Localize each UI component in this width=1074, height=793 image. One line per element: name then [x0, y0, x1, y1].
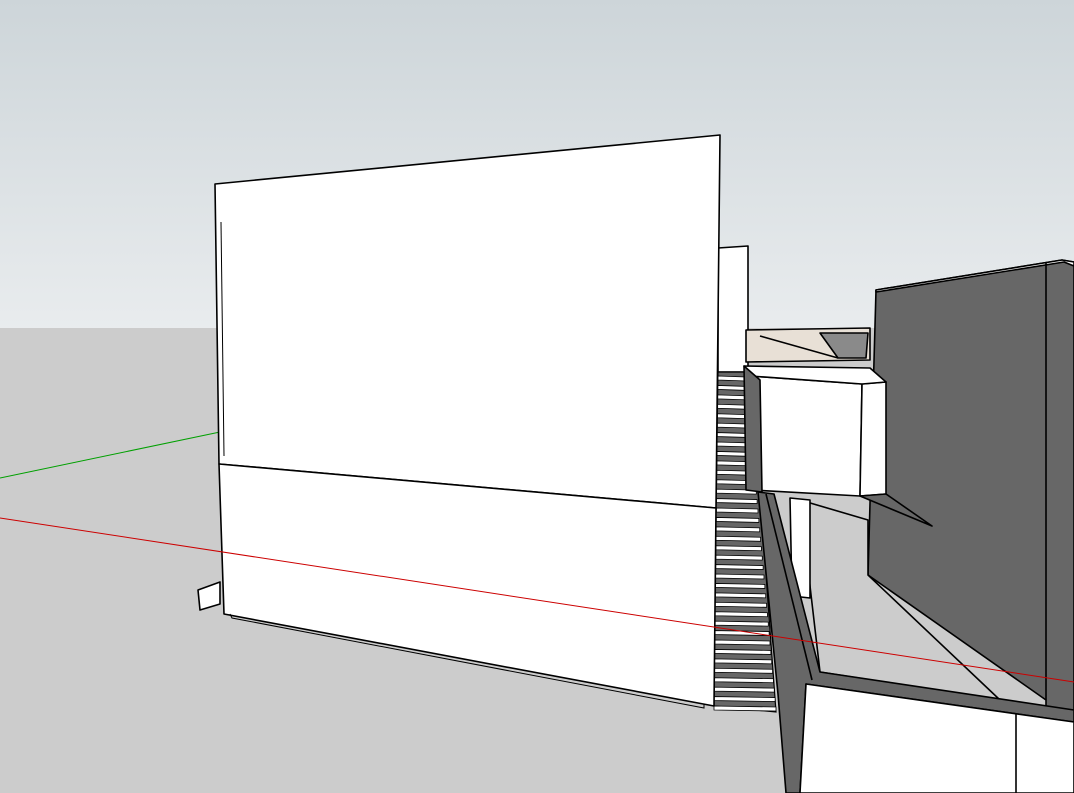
balcony-side [859, 381, 887, 497]
stair-tread [714, 611, 768, 618]
3d-scene[interactable] [0, 0, 1074, 793]
stair-tread [715, 535, 761, 542]
stair-tread [714, 667, 773, 674]
stair-tread [714, 639, 771, 646]
stair-tread [715, 573, 765, 580]
stair-tread [716, 498, 758, 504]
stair-tread [715, 517, 760, 523]
stair-tread [714, 592, 767, 599]
stair-tread [715, 564, 764, 570]
stair-tread [717, 375, 747, 382]
balcony-front[interactable] [749, 375, 863, 497]
stair-tread [713, 677, 774, 684]
stair-tread [714, 620, 769, 627]
main-wall-upper[interactable] [214, 134, 721, 509]
stair-tread [717, 385, 748, 391]
stair-tread [713, 696, 776, 702]
back-slab[interactable] [717, 245, 749, 373]
modeling-viewport[interactable] [0, 0, 1074, 793]
stair-tread [713, 686, 775, 693]
stair-tread [717, 394, 749, 401]
stair-tread [713, 705, 777, 712]
stair-tread [714, 649, 772, 655]
stair-tread [714, 658, 773, 665]
stair-tread [715, 554, 763, 561]
stair-tread [714, 601, 767, 608]
stair-tread [715, 526, 761, 533]
stair-tread [715, 583, 766, 589]
stair-tread [715, 545, 762, 552]
stair-tread [716, 507, 759, 514]
balcony-left-dark [743, 365, 763, 493]
